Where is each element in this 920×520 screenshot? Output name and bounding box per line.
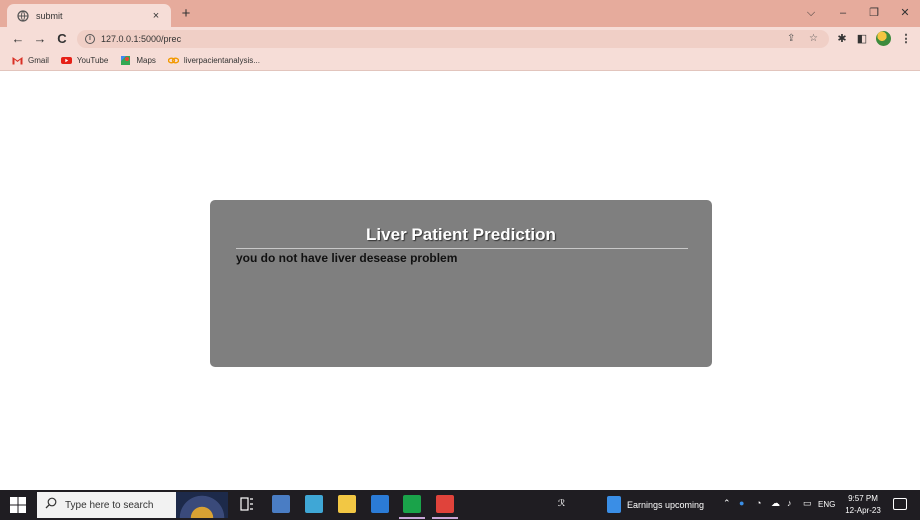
windows-start-icon[interactable]	[9, 496, 27, 514]
maps-icon	[120, 56, 131, 65]
menu-icon[interactable]: ⋮	[898, 30, 914, 48]
battery-icon[interactable]: ▭	[803, 498, 812, 509]
bookmark-label: liverpacientanalysis...	[183, 56, 260, 65]
pycharm-icon[interactable]	[399, 495, 425, 519]
task-view-icon[interactable]	[238, 495, 256, 513]
page-title: Liver Patient Prediction	[366, 225, 556, 244]
restore-button[interactable]: ❐	[862, 4, 886, 22]
profile-avatar[interactable]	[876, 31, 891, 46]
browser-toolbar: ← → C i 127.0.0.1:5000/prec ⇪ ☆ ✱ ◧ ⋮	[0, 27, 920, 51]
minimize-button[interactable]: –	[831, 4, 855, 22]
new-tab-button[interactable]: +	[178, 5, 194, 23]
edge-icon[interactable]	[305, 495, 323, 513]
youtube-icon	[60, 56, 72, 65]
result-card: Liver Patient Prediction you do not have…	[210, 200, 712, 367]
tab-close-icon[interactable]: ×	[149, 10, 163, 22]
reload-button[interactable]: C	[53, 30, 71, 48]
store-icon[interactable]	[272, 495, 290, 513]
globe-icon	[17, 9, 29, 22]
tab-title: submit	[36, 10, 63, 21]
close-window-button[interactable]: ✕	[893, 4, 917, 22]
star-icon[interactable]: ☆	[809, 30, 818, 48]
bluetooth-icon[interactable]: ●	[739, 498, 744, 508]
people-icon[interactable]: ℛ	[558, 498, 565, 509]
back-button[interactable]: ←	[9, 30, 27, 48]
onedrive-icon[interactable]: ☁	[771, 498, 780, 509]
bookmark-youtube[interactable]: YouTube	[60, 56, 109, 65]
bookmark-label: YouTube	[76, 56, 109, 65]
search-highlight-image	[176, 492, 228, 518]
link-icon	[167, 56, 179, 65]
mail-icon[interactable]	[371, 495, 389, 513]
clock-date: 12-Apr-23	[845, 506, 881, 515]
notification-icon[interactable]	[893, 498, 907, 510]
volume-icon[interactable]: ♪	[787, 498, 792, 508]
page-viewport: Liver Patient Prediction you do not have…	[0, 72, 920, 490]
show-hidden-icons[interactable]: ⌃	[723, 498, 731, 509]
search-icon	[45, 496, 57, 514]
prediction-result: you do not have liver desease problem	[236, 251, 458, 265]
bookmark-liverpacientanalysis[interactable]: liverpacientanalysis...	[167, 56, 260, 65]
gmail-icon	[12, 56, 23, 65]
taskbar: Type here to search ℛ Earnings upcoming …	[0, 490, 920, 520]
news-icon[interactable]	[607, 496, 621, 513]
browser-tab[interactable]: submit ×	[7, 4, 171, 27]
bookmark-label: Maps	[136, 56, 156, 65]
clock[interactable]: 9:57 PM 12-Apr-23	[838, 493, 888, 517]
bookmark-label: Gmail	[28, 56, 49, 65]
news-headline[interactable]: Earnings upcoming	[627, 500, 704, 510]
wifi-icon[interactable]: ◔	[756, 498, 761, 508]
language-indicator[interactable]: ENG	[818, 500, 835, 509]
url-text: 127.0.0.1:5000/prec	[101, 34, 182, 44]
address-bar[interactable]: i 127.0.0.1:5000/prec ⇪ ☆	[77, 30, 829, 48]
tab-search-icon[interactable]: ⌵	[799, 4, 823, 22]
chrome-icon[interactable]	[432, 495, 458, 519]
bookmark-gmail[interactable]: Gmail	[12, 56, 49, 65]
search-placeholder: Type here to search	[65, 499, 154, 511]
tab-strip: submit × + ⌵ – ❐ ✕	[0, 0, 920, 27]
forward-button[interactable]: →	[31, 30, 49, 48]
side-panel-icon[interactable]: ◧	[854, 30, 870, 48]
share-icon[interactable]: ⇪	[787, 30, 795, 48]
file-explorer-icon[interactable]	[338, 495, 356, 513]
title-divider	[236, 248, 688, 249]
bookmarks-bar: Gmail YouTube Maps liverpacientanalysis.…	[0, 51, 920, 71]
clock-time: 9:57 PM	[848, 494, 878, 503]
site-info-icon[interactable]: i	[85, 34, 95, 44]
extensions-icon[interactable]: ✱	[834, 30, 850, 48]
bookmark-maps[interactable]: Maps	[120, 56, 156, 65]
taskbar-search[interactable]: Type here to search	[37, 492, 228, 518]
